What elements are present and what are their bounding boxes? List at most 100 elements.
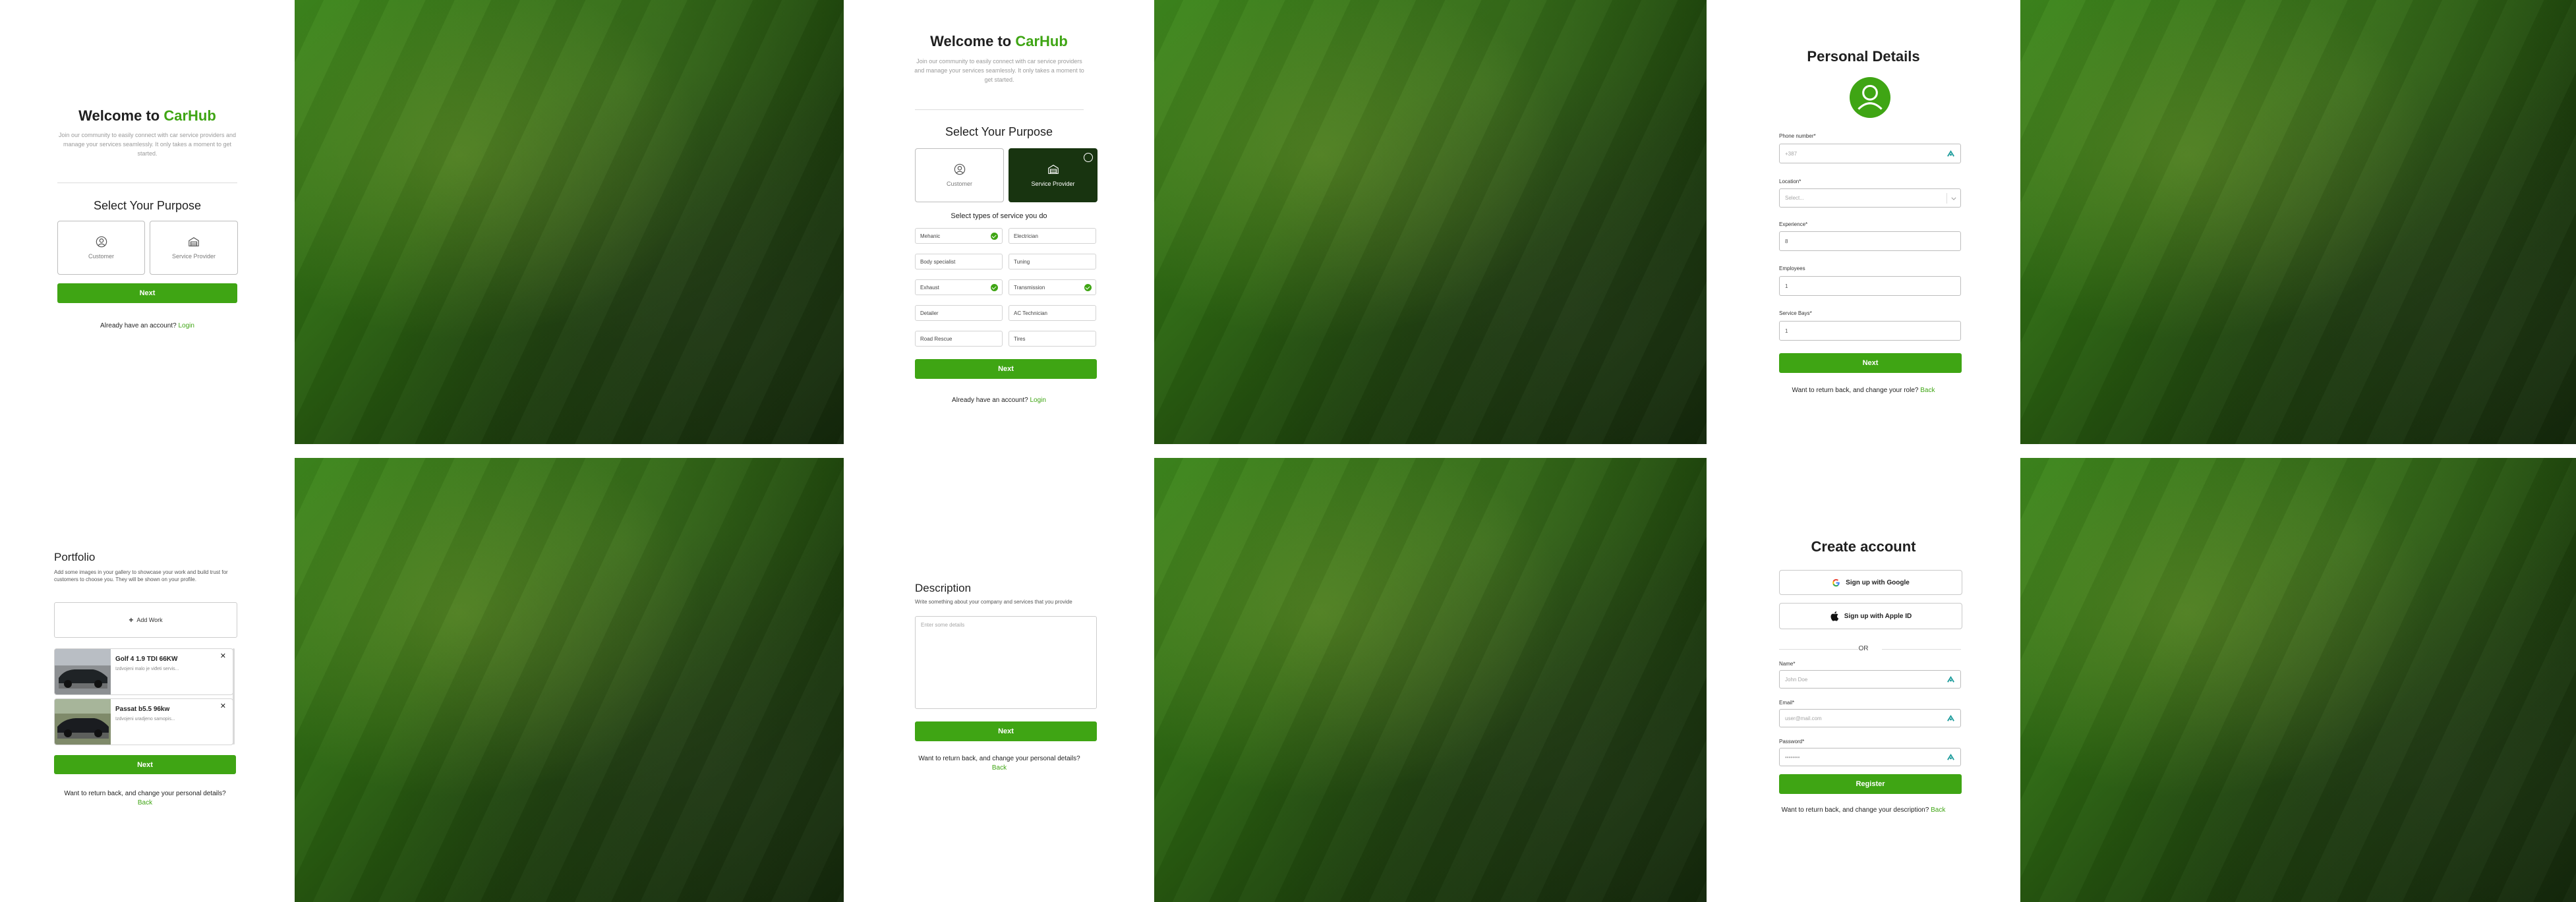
google-signup-button[interactable]: Sign up with Google bbox=[1779, 570, 1962, 595]
login-link[interactable]: Login bbox=[178, 322, 194, 329]
service-provider-card[interactable]: Service Provider bbox=[150, 221, 238, 275]
back-link[interactable]: Back bbox=[992, 764, 1007, 772]
password-input[interactable]: •••••••• bbox=[1779, 748, 1961, 766]
service-option[interactable]: Exhaust bbox=[915, 279, 1003, 295]
background-image bbox=[2020, 0, 2576, 444]
service-option[interactable]: Electrician bbox=[1009, 228, 1096, 244]
chevron-down-icon bbox=[1951, 197, 1956, 200]
work-item[interactable]: Golf 4 1.9 TDI 66KW Izdvojeni malo je vi… bbox=[54, 648, 233, 695]
next-button[interactable]: Next bbox=[54, 755, 236, 774]
purpose-title: Select Your Purpose bbox=[945, 125, 1053, 138]
screen-portfolio: Portfolio Add some images in your galler… bbox=[0, 458, 295, 902]
car-photo bbox=[55, 699, 111, 745]
password-manager-icon[interactable] bbox=[1947, 753, 1955, 762]
purpose-title: Select Your Purpose bbox=[93, 199, 202, 212]
screen-create-account: Create account Sign up with Google Sign … bbox=[1707, 458, 2020, 902]
brand-name: CarHub bbox=[1015, 33, 1068, 49]
experience-label: Experience* bbox=[1779, 221, 1808, 227]
location-select[interactable]: Select... bbox=[1779, 188, 1961, 208]
user-icon bbox=[954, 163, 965, 175]
page-title: Create account bbox=[1811, 538, 1916, 555]
register-button[interactable]: Register bbox=[1779, 774, 1962, 794]
page-title: Portfolio bbox=[54, 551, 96, 563]
service-bays-input[interactable]: 1 bbox=[1779, 321, 1961, 341]
login-prompt: Already have an account? Login bbox=[100, 322, 194, 329]
phone-input[interactable]: +387 bbox=[1779, 144, 1961, 163]
next-button[interactable]: Next bbox=[915, 359, 1097, 379]
service-bays-label: Service Bays* bbox=[1779, 310, 1812, 316]
back-prompt: Want to return back, and change your per… bbox=[64, 790, 226, 806]
service-option[interactable]: Tuning bbox=[1009, 254, 1096, 269]
background-image bbox=[1154, 0, 1707, 444]
page-title: Description bbox=[915, 582, 972, 594]
or-separator: OR bbox=[1858, 645, 1869, 652]
brand-name: CarHub bbox=[163, 107, 216, 124]
portfolio-description: Add some images in your gallery to showc… bbox=[54, 569, 228, 582]
page-title: Personal Details bbox=[1807, 48, 1920, 65]
name-input[interactable]: John Doe bbox=[1779, 670, 1961, 689]
service-provider-card[interactable]: Service Provider bbox=[1009, 148, 1098, 202]
password-label: Password* bbox=[1779, 739, 1805, 745]
apple-icon bbox=[1830, 611, 1839, 621]
service-option[interactable]: Tires bbox=[1009, 331, 1096, 347]
password-manager-icon[interactable] bbox=[1947, 714, 1955, 723]
back-prompt: Want to return back, and change your rol… bbox=[1792, 387, 1935, 394]
phone-label: Phone number* bbox=[1779, 133, 1816, 139]
check-icon bbox=[991, 233, 998, 240]
next-button[interactable]: Next bbox=[1779, 353, 1962, 373]
password-manager-icon[interactable] bbox=[1947, 675, 1955, 684]
customer-card[interactable]: Customer bbox=[915, 148, 1004, 202]
back-link[interactable]: Back bbox=[138, 799, 152, 806]
employees-input[interactable]: 1 bbox=[1779, 276, 1961, 296]
welcome-title: Welcome to CarHub bbox=[78, 107, 216, 124]
next-button[interactable]: Next bbox=[915, 721, 1097, 741]
service-option[interactable]: Body specialist bbox=[915, 254, 1003, 269]
work-title: Passat b5.5 96kw bbox=[115, 706, 170, 713]
car-photo bbox=[55, 649, 111, 694]
divider bbox=[915, 109, 1084, 110]
screen-description: Description Write something about your c… bbox=[844, 458, 1154, 902]
work-subtitle: Izdvojeni uradjeno samopis... bbox=[115, 717, 175, 721]
check-icon bbox=[1084, 153, 1093, 162]
back-prompt: Want to return back, and change your des… bbox=[1781, 806, 1946, 814]
check-icon bbox=[991, 284, 998, 291]
description-textarea[interactable]: Enter some details bbox=[915, 616, 1097, 709]
close-icon[interactable]: ✕ bbox=[220, 652, 226, 660]
login-link[interactable]: Login bbox=[1030, 397, 1045, 404]
service-option[interactable]: Detailer bbox=[915, 305, 1003, 321]
login-prompt: Already have an account? Login bbox=[952, 397, 1046, 404]
service-option[interactable]: AC Technician bbox=[1009, 305, 1096, 321]
service-option[interactable]: Transmission bbox=[1009, 279, 1096, 295]
scrollbar[interactable] bbox=[233, 648, 235, 745]
screen-personal-details: Personal Details Phone number* +387 Loca… bbox=[1707, 0, 2020, 444]
background-image bbox=[295, 458, 844, 902]
email-label: Email* bbox=[1779, 700, 1795, 706]
background-image bbox=[2020, 458, 2576, 902]
intro-text: Join our community to easily connect wit… bbox=[58, 132, 237, 157]
garage-icon bbox=[1047, 165, 1059, 174]
email-input[interactable]: user@mail.com bbox=[1779, 709, 1961, 727]
user-icon bbox=[96, 236, 107, 248]
divider bbox=[1882, 649, 1961, 650]
services-title: Select types of service you do bbox=[951, 212, 1047, 220]
next-button[interactable]: Next bbox=[57, 283, 237, 303]
background-image bbox=[1154, 458, 1707, 902]
close-icon[interactable]: ✕ bbox=[220, 702, 226, 710]
service-option[interactable]: Road Rescue bbox=[915, 331, 1003, 347]
add-work-button[interactable]: + Add Work bbox=[54, 602, 237, 638]
service-option[interactable]: Mehanic bbox=[915, 228, 1003, 244]
description-hint: Write something about your company and s… bbox=[915, 599, 1072, 605]
password-manager-icon[interactable] bbox=[1947, 150, 1955, 158]
screen-select-services: Welcome to CarHub Join our community to … bbox=[844, 0, 1154, 444]
apple-signup-button[interactable]: Sign up with Apple ID bbox=[1779, 603, 1962, 629]
experience-input[interactable]: 8 bbox=[1779, 231, 1961, 251]
intro-text: Join our community to easily connect wit… bbox=[914, 58, 1084, 83]
back-link[interactable]: Back bbox=[1931, 806, 1945, 814]
customer-card[interactable]: Customer bbox=[57, 221, 145, 275]
background-image bbox=[295, 0, 844, 444]
employees-label: Employees bbox=[1779, 266, 1805, 271]
back-prompt: Want to return back, and change your per… bbox=[918, 755, 1080, 772]
back-link[interactable]: Back bbox=[1920, 387, 1935, 394]
work-subtitle: Izdvojeni malo je viđeti servis... bbox=[115, 667, 179, 671]
work-item[interactable]: Passat b5.5 96kw Izdvojeni uradjeno samo… bbox=[54, 698, 233, 745]
